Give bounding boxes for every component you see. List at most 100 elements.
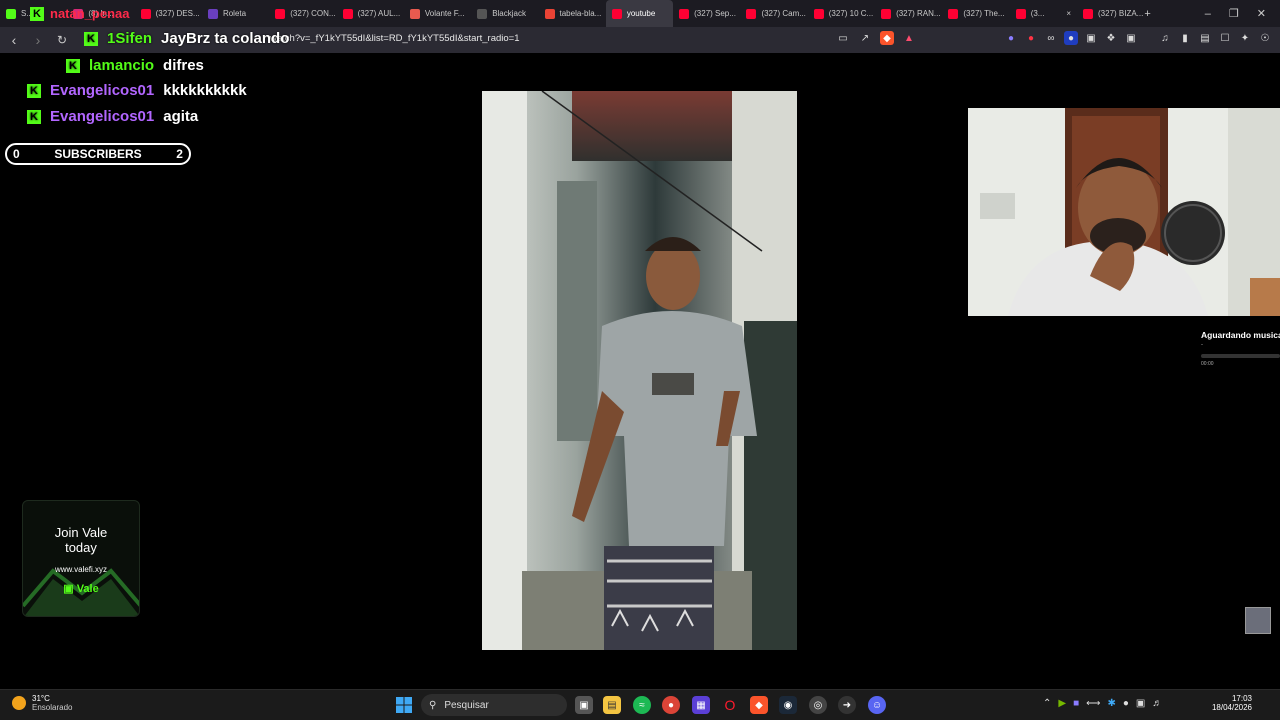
browser-tab[interactable]: (327) BIZA... (1077, 0, 1144, 27)
browser-tab[interactable]: (3... × (1010, 0, 1077, 27)
chevron-up-icon[interactable]: ⌃ (1043, 698, 1051, 709)
browser-tab[interactable]: Volante F... (404, 0, 471, 27)
system-tray: ⌃ ▶ ■ ⟷ ✱ ● ▣ ♬ (1043, 698, 1162, 709)
subs-left-count: 0 (13, 147, 20, 161)
chrome-icon[interactable]: ● (662, 696, 680, 714)
volume-icon[interactable]: ♬ (1152, 698, 1162, 709)
task-view-icon[interactable]: ▣ (575, 696, 593, 714)
browser-tab[interactable]: (327) DES... (135, 0, 202, 27)
extension-5-icon[interactable]: ▣ (1084, 31, 1098, 45)
browser-tab[interactable]: (327) Cam... (740, 0, 807, 27)
tab-label: (3... (1030, 9, 1045, 18)
windows-taskbar: 31°C Ensolarado ⚲ Pesquisar ▣ ▤ ≈ ● ▦ O … (0, 689, 1280, 720)
browser-tab[interactable]: tabela-bla... (539, 0, 606, 27)
arrow-app-icon[interactable]: ➜ (838, 696, 856, 714)
volante-icon (409, 8, 420, 19)
back-icon[interactable]: ‹ (4, 30, 24, 50)
display-icon[interactable]: ▣ (1136, 698, 1145, 709)
extension-3-icon[interactable]: ∞ (1044, 31, 1058, 45)
extension-2-icon[interactable]: ● (1024, 31, 1038, 45)
windows-start-icon[interactable] (396, 697, 412, 713)
new-tab-button[interactable]: + (1144, 8, 1150, 20)
brave-icon[interactable]: ◆ (750, 696, 768, 714)
browser-tab[interactable]: (327) RAN... (875, 0, 942, 27)
browser-tab[interactable]: Blackjack (471, 0, 538, 27)
tray-app-icon[interactable]: ■ (1073, 698, 1079, 709)
leo-ai-icon[interactable]: ✦ (1238, 31, 1252, 45)
tab-label: (327) Sep... (694, 9, 736, 18)
shield-icon[interactable]: ☉ (1258, 31, 1272, 45)
url-bar[interactable]: watch?v=_fY1kYT55dI&list=RD_fY1kYT55dI&s… (270, 33, 520, 44)
app-grid-icon[interactable]: ▦ (692, 696, 710, 714)
tab-label: (327) 10 C... (828, 9, 874, 18)
music-widget: Aguardando musica - 00:00 (1201, 330, 1280, 367)
extension-1-icon[interactable]: ● (1004, 31, 1018, 45)
youtube-icon (342, 8, 353, 19)
browser-tab[interactable]: (327) The... (942, 0, 1009, 27)
discord-icon[interactable]: ☺ (868, 696, 886, 714)
browser-tab[interactable]: (327) CON... (269, 0, 336, 27)
vale-brand: ▣ Vale (23, 582, 139, 595)
vale-headline-2: today (65, 540, 97, 555)
bluetooth-icon[interactable]: ✱ (1107, 698, 1115, 709)
youtube-icon (881, 8, 892, 19)
close-tab-icon[interactable]: × (1066, 9, 1071, 18)
browser-tab[interactable]: youtube (605, 0, 674, 27)
weather-temp: 31°C (32, 694, 50, 703)
tab-label: (327) RAN... (896, 9, 941, 18)
obs-icon[interactable]: ◎ (809, 696, 827, 714)
kick-icon (6, 8, 16, 19)
vale-url[interactable]: www.valefi.xyz (23, 565, 139, 574)
chat-username: 1Sifen (107, 30, 153, 47)
reload-icon[interactable]: ↻ (52, 30, 72, 50)
wallet-icon[interactable]: ▤ (1198, 31, 1212, 45)
youtube-icon (275, 8, 286, 19)
brave-shields-icon[interactable]: ◆ (880, 31, 894, 45)
weather-widget[interactable]: 31°C Ensolarado (12, 694, 72, 712)
vale-headline: Join Vale (54, 525, 108, 540)
chat-text: kkkkkkkkkk (163, 82, 247, 99)
sidebar-icon[interactable]: ▮ (1178, 31, 1192, 45)
tab-label: (327) BIZA... (1098, 9, 1144, 18)
kick-icon: K (27, 109, 41, 124)
video-player[interactable] (482, 91, 797, 650)
minimize-icon[interactable]: – (1205, 8, 1211, 20)
music-note-icon[interactable]: ♫ (1158, 31, 1172, 45)
cast-icon[interactable]: ▭ (836, 31, 850, 45)
file-explorer-icon[interactable]: ▤ (603, 696, 621, 714)
tab-label: tabela-bla... (559, 9, 602, 18)
youtube-icon (1083, 8, 1093, 19)
opera-icon[interactable]: O (721, 696, 739, 714)
chat-overlay-username: K natan_penaa (30, 6, 129, 21)
spotify-icon[interactable]: ≈ (633, 696, 651, 714)
vpn-icon[interactable]: ☐ (1218, 31, 1232, 45)
brave-rewards-icon[interactable]: ▲ (902, 31, 916, 45)
vale-ad[interactable]: Join Vale today www.valefi.xyz ▣ Vale (22, 500, 140, 617)
close-icon[interactable]: ✕ (1257, 7, 1266, 20)
youtube-icon (948, 8, 959, 19)
youtube-icon (679, 8, 690, 19)
browser-tab[interactable]: (327) AUL... (337, 0, 404, 27)
nvidia-icon[interactable]: ▶ (1058, 698, 1066, 709)
steam-icon[interactable]: ◉ (779, 696, 797, 714)
microphone-icon[interactable]: ● (1123, 698, 1129, 709)
taskbar-search[interactable]: ⚲ Pesquisar (421, 694, 567, 716)
forward-icon[interactable]: › (28, 30, 48, 50)
webcam-feed (968, 108, 1280, 316)
puzzle-icon[interactable]: ❖ (1104, 31, 1118, 45)
browser-tab[interactable]: (327) 10 C... (808, 0, 875, 27)
browser-tab[interactable]: Roleta (202, 0, 269, 27)
maximize-icon[interactable]: ❐ (1229, 7, 1239, 20)
browser-tab[interactable]: (327) Sep... (673, 0, 740, 27)
extension-4-icon[interactable]: ● (1064, 31, 1078, 45)
network-share-icon[interactable]: ⟷ (1086, 698, 1100, 709)
clock-date: 18/04/2026 (1211, 703, 1252, 712)
tab-label: youtube (626, 9, 656, 18)
share-icon[interactable]: ↗ (858, 31, 872, 45)
subs-label: SUBSCRIBERS (54, 147, 142, 161)
taskbar-clock[interactable]: 17:03 18/04/2026 (1206, 694, 1252, 712)
screenshot-icon[interactable]: ▣ (1124, 31, 1138, 45)
chat-message: Klamancio difres (66, 57, 204, 74)
youtube-icon (611, 8, 622, 19)
music-progress-bar (1201, 354, 1280, 358)
